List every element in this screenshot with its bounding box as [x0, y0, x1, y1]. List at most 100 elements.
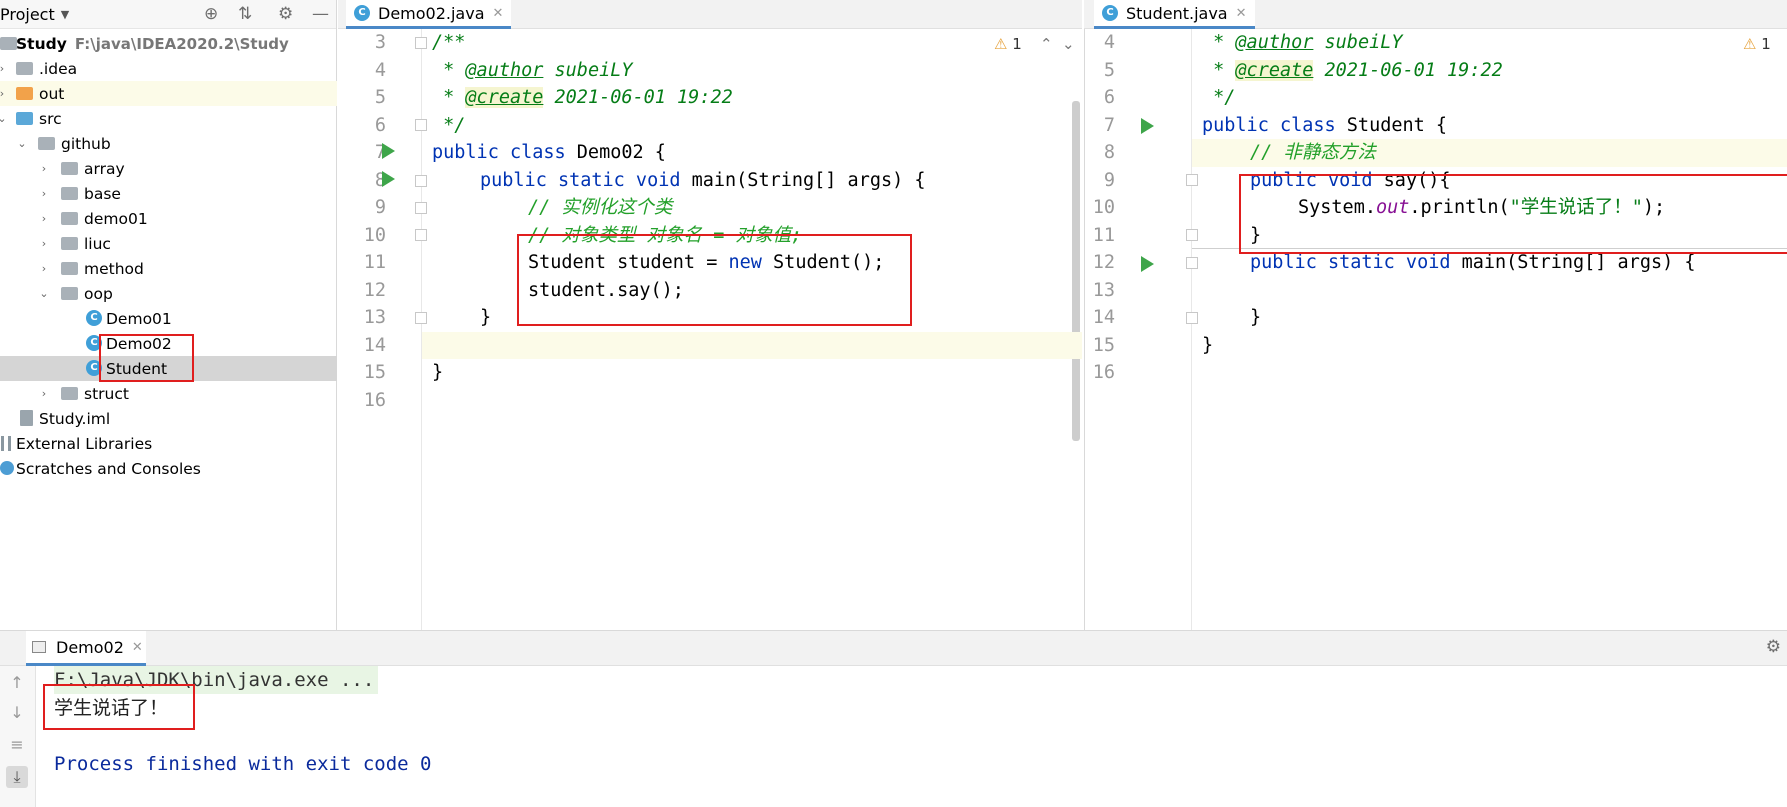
console-command: F:\Java\JDK\bin\java.exe ... [54, 666, 379, 694]
package-icon [61, 387, 78, 400]
folder-icon [16, 62, 33, 75]
tree-item-label: Study F:\java\IDEA2020.2\Study [16, 34, 289, 53]
scratch-icon [0, 461, 14, 475]
run-icon[interactable] [382, 143, 395, 159]
chevron-right-icon[interactable]: › [38, 212, 50, 225]
arrow-down-icon[interactable]: ↓ [6, 702, 28, 724]
tab-demo02-java[interactable]: C Demo02.java ✕ [346, 0, 512, 29]
console-output[interactable]: F:\Java\JDK\bin\java.exe ... 学生说话了！ Proc… [36, 666, 1787, 807]
chevron-down-icon[interactable]: ⌄ [38, 287, 50, 300]
close-icon[interactable]: ✕ [493, 6, 504, 21]
gear-icon[interactable]: ⚙ [278, 4, 293, 24]
fold-icon[interactable] [415, 37, 427, 49]
tab-label: Student.java [1126, 3, 1228, 23]
run-toolbar: ↑ ↓ ≡ ⤓ [0, 666, 36, 807]
iml-file-icon [20, 410, 33, 426]
run-icon[interactable] [1141, 256, 1154, 272]
tree-item-study[interactable]: ⌄ StudyF:\java\IDEA2020.2\Study [0, 31, 337, 56]
tree-item-github[interactable]: ⌄ github [0, 131, 337, 156]
fold-icon[interactable] [1186, 312, 1198, 324]
chevron-down-icon[interactable]: ⌄ [0, 112, 8, 125]
right-editor-tabbar: C Student.java ✕ [1084, 0, 1787, 29]
code-line: 12 student.say(); [363, 279, 684, 301]
chevron-right-icon[interactable]: › [38, 237, 50, 250]
left-editor[interactable]: ⚠ 1 ⌃ ⌄ 3/** 4 * @author subeiLY 5 * @cr… [338, 29, 1082, 630]
class-icon: C [86, 360, 102, 376]
gear-icon[interactable]: ⚙ [1766, 637, 1781, 657]
chevron-right-icon[interactable]: › [38, 162, 50, 175]
fold-icon[interactable] [1186, 257, 1198, 269]
soft-wrap-icon[interactable]: ≡ [6, 734, 28, 756]
code-line: 6 */ [374, 114, 466, 136]
code-line: 15} [363, 362, 444, 383]
tree-item-label: demo01 [84, 209, 148, 228]
fold-icon[interactable] [415, 202, 427, 214]
tree-item-idea[interactable]: › .idea [0, 56, 337, 81]
fold-icon[interactable] [415, 229, 427, 241]
chevron-down-icon[interactable]: ⌄ [16, 137, 28, 150]
tree-item-liuc[interactable]: › liuc [0, 231, 337, 256]
class-icon: C [354, 5, 370, 21]
tree-item-scratches[interactable]: Scratches and Consoles [0, 456, 337, 481]
fold-icon[interactable] [415, 119, 427, 131]
package-icon [61, 162, 78, 175]
tree-item-struct[interactable]: › struct [0, 381, 337, 406]
chevron-right-icon[interactable]: › [0, 62, 8, 75]
chevron-right-icon[interactable]: › [38, 387, 50, 400]
package-icon [38, 137, 55, 150]
tree-item-out[interactable]: › out [0, 81, 337, 106]
tree-item-label: github [61, 134, 111, 153]
tree-item-oop[interactable]: ⌄ oop [0, 281, 337, 306]
package-icon [61, 237, 78, 250]
arrow-up-icon[interactable]: ↑ [6, 672, 28, 694]
code-line: 5 * @create 2021-06-01 19:22 [374, 87, 733, 108]
tree-item-demo02-class[interactable]: C Demo02 [0, 331, 337, 356]
fold-icon[interactable] [415, 175, 427, 187]
tree-item-method[interactable]: › method [0, 256, 337, 281]
code-line: 4 * @author subeiLY [1103, 32, 1403, 53]
tree-item-demo01-class[interactable]: C Demo01 [0, 306, 337, 331]
scroll-to-end-icon[interactable]: ⤓ [6, 766, 28, 788]
close-icon[interactable]: ✕ [1236, 6, 1247, 21]
run-tab-label: Demo02 [56, 637, 124, 657]
tree-item-external-libraries[interactable]: External Libraries [0, 431, 337, 456]
run-icon[interactable] [1141, 118, 1154, 134]
right-editor[interactable]: ⚠ 1 4 * @author subeiLY 5 * @create 2021… [1084, 29, 1787, 630]
tab-run-demo02[interactable]: Demo02 ✕ [26, 631, 146, 666]
package-icon [61, 287, 78, 300]
code-line: 6 */ [1103, 87, 1236, 108]
fold-icon[interactable] [1186, 174, 1198, 186]
tree-item-study-iml[interactable]: Study.iml [0, 406, 337, 431]
folder-orange-icon [16, 87, 33, 100]
package-icon [61, 212, 78, 225]
code-line: 9// 实例化这个类 [374, 197, 673, 218]
fold-icon[interactable] [415, 312, 427, 324]
code-line: 3/** [374, 32, 466, 53]
code-line: 14 [363, 334, 386, 356]
project-path: F:\java\IDEA2020.2\Study [74, 34, 289, 53]
chevron-right-icon[interactable]: › [38, 187, 50, 200]
tree-item-label: out [39, 84, 65, 103]
chevron-down-icon[interactable]: ▼ [61, 8, 69, 21]
close-icon[interactable]: ✕ [132, 640, 143, 655]
fold-icon[interactable] [1186, 229, 1198, 241]
console-output-line: 学生说话了！ [54, 697, 169, 719]
tree-item-demo01[interactable]: › demo01 [0, 206, 337, 231]
tree-item-student-class[interactable]: C Student [0, 356, 337, 381]
run-config-icon [32, 641, 46, 653]
code-line: 8// 非静态方法 [1103, 142, 1376, 163]
locate-icon[interactable]: ⊕ [204, 4, 218, 24]
collapse-all-icon[interactable]: ⇅ [238, 4, 252, 24]
chevron-right-icon[interactable]: › [38, 262, 50, 275]
tree-item-label: Student [106, 359, 168, 378]
tab-student-java[interactable]: C Student.java ✕ [1094, 0, 1255, 29]
tree-item-array[interactable]: › array [0, 156, 337, 181]
tree-item-src[interactable]: ⌄ src [0, 106, 337, 131]
tree-item-base[interactable]: › base [0, 181, 337, 206]
code-line: 7 public class Demo02 { [374, 142, 666, 163]
chevron-right-icon[interactable]: › [0, 87, 8, 100]
left-editor-tabbar: C Demo02.java ✕ [338, 0, 1082, 29]
run-icon[interactable] [382, 171, 395, 187]
project-panel-title[interactable]: Project [0, 5, 55, 24]
minimize-icon[interactable]: — [312, 4, 329, 24]
